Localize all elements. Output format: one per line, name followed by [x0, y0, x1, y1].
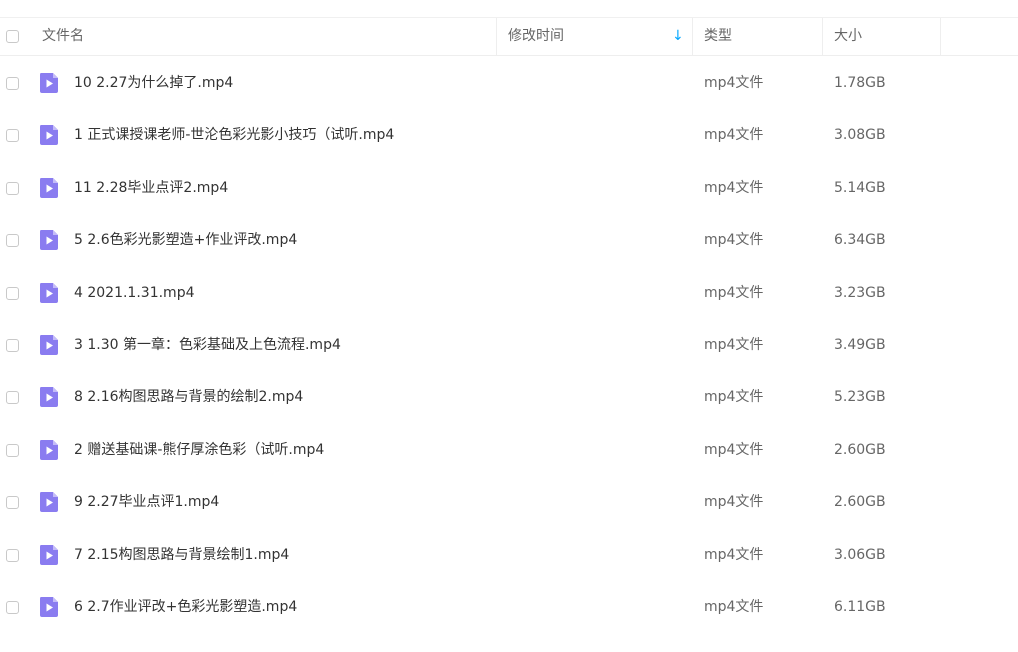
video-file-icon [40, 283, 58, 303]
table-row[interactable]: 1 正式课授课老师-世沦色彩光影小技巧（试听.mp4 mp4文件 3.08GB [0, 109, 1018, 161]
row-checkbox[interactable] [6, 287, 19, 300]
file-type: mp4文件 [704, 442, 764, 458]
file-size: 6.11GB [834, 599, 886, 615]
file-type: mp4文件 [704, 75, 764, 91]
video-file-icon [40, 597, 58, 617]
video-file-icon [40, 387, 58, 407]
select-all-checkbox[interactable] [6, 30, 19, 43]
file-size: 2.60GB [834, 494, 886, 510]
video-file-icon [40, 73, 58, 93]
row-checkbox[interactable] [6, 339, 19, 352]
column-header-name[interactable]: 文件名 [42, 18, 84, 55]
table-row[interactable]: 2 赠送基础课-熊仔厚涂色彩（试听.mp4 mp4文件 2.60GB [0, 424, 1018, 476]
file-size: 3.49GB [834, 337, 886, 353]
file-size: 6.34GB [834, 232, 886, 248]
table-row[interactable]: 4 2021.1.31.mp4 mp4文件 3.23GB [0, 267, 1018, 319]
row-checkbox[interactable] [6, 444, 19, 457]
row-checkbox[interactable] [6, 182, 19, 195]
table-row[interactable]: 8 2.16构图思路与背景的绘制2.mp4 mp4文件 5.23GB [0, 371, 1018, 423]
file-name[interactable]: 9 2.27毕业点评1.mp4 [74, 476, 219, 528]
row-checkbox[interactable] [6, 496, 19, 509]
table-row[interactable]: 3 1.30 第一章：色彩基础及上色流程.mp4 mp4文件 3.49GB [0, 319, 1018, 371]
file-type: mp4文件 [704, 599, 764, 615]
file-name[interactable]: 5 2.6色彩光影塑造+作业评改.mp4 [74, 214, 297, 266]
table-row[interactable]: 5 2.6色彩光影塑造+作业评改.mp4 mp4文件 6.34GB [0, 214, 1018, 266]
column-header-type[interactable]: 类型 [704, 18, 732, 55]
row-checkbox[interactable] [6, 601, 19, 614]
file-size: 3.06GB [834, 547, 886, 563]
file-type: mp4文件 [704, 232, 764, 248]
column-header-size[interactable]: 大小 [834, 18, 862, 55]
file-type: mp4文件 [704, 389, 764, 405]
video-file-icon [40, 125, 58, 145]
video-file-icon [40, 178, 58, 198]
column-divider[interactable] [692, 18, 693, 55]
file-name[interactable]: 1 正式课授课老师-世沦色彩光影小技巧（试听.mp4 [74, 109, 394, 161]
file-size: 3.23GB [834, 285, 886, 301]
file-name[interactable]: 11 2.28毕业点评2.mp4 [74, 162, 228, 214]
table-row[interactable]: 10 2.27为什么掉了.mp4 mp4文件 1.78GB [0, 57, 1018, 109]
file-size: 1.78GB [834, 75, 886, 91]
column-header-modified[interactable]: 修改时间 [508, 18, 564, 55]
table-row[interactable]: 6 2.7作业评改+色彩光影塑造.mp4 mp4文件 6.11GB [0, 581, 1018, 633]
file-size: 3.08GB [834, 127, 886, 143]
column-divider[interactable] [940, 18, 941, 55]
video-file-icon [40, 230, 58, 250]
file-type: mp4文件 [704, 547, 764, 563]
file-type: mp4文件 [704, 180, 764, 196]
row-checkbox[interactable] [6, 77, 19, 90]
table-row[interactable]: 7 2.15构图思路与背景绘制1.mp4 mp4文件 3.06GB [0, 529, 1018, 581]
file-type: mp4文件 [704, 127, 764, 143]
video-file-icon [40, 492, 58, 512]
video-file-icon [40, 545, 58, 565]
file-name[interactable]: 6 2.7作业评改+色彩光影塑造.mp4 [74, 581, 297, 633]
file-size: 2.60GB [834, 442, 886, 458]
file-name[interactable]: 4 2021.1.31.mp4 [74, 267, 195, 319]
file-name[interactable]: 2 赠送基础课-熊仔厚涂色彩（试听.mp4 [74, 424, 324, 476]
row-checkbox[interactable] [6, 549, 19, 562]
sort-descending-icon[interactable]: ↓ [672, 18, 684, 55]
row-checkbox[interactable] [6, 129, 19, 142]
table-header: 文件名 修改时间 ↓ 类型 大小 [0, 17, 1018, 56]
column-divider[interactable] [822, 18, 823, 55]
file-size: 5.14GB [834, 180, 886, 196]
file-type: mp4文件 [704, 337, 764, 353]
video-file-icon [40, 335, 58, 355]
table-row[interactable]: 9 2.27毕业点评1.mp4 mp4文件 2.60GB [0, 476, 1018, 528]
file-name[interactable]: 3 1.30 第一章：色彩基础及上色流程.mp4 [74, 319, 341, 371]
file-list-table: 文件名 修改时间 ↓ 类型 大小 10 2.27为什么掉了.mp4 mp4文件 … [0, 0, 1018, 652]
row-checkbox[interactable] [6, 391, 19, 404]
row-checkbox[interactable] [6, 234, 19, 247]
video-file-icon [40, 440, 58, 460]
file-type: mp4文件 [704, 494, 764, 510]
column-divider[interactable] [496, 18, 497, 55]
file-name[interactable]: 10 2.27为什么掉了.mp4 [74, 57, 233, 109]
file-size: 5.23GB [834, 389, 886, 405]
file-name[interactable]: 7 2.15构图思路与背景绘制1.mp4 [74, 529, 289, 581]
file-type: mp4文件 [704, 285, 764, 301]
file-name[interactable]: 8 2.16构图思路与背景的绘制2.mp4 [74, 371, 303, 423]
table-row[interactable]: 11 2.28毕业点评2.mp4 mp4文件 5.14GB [0, 162, 1018, 214]
